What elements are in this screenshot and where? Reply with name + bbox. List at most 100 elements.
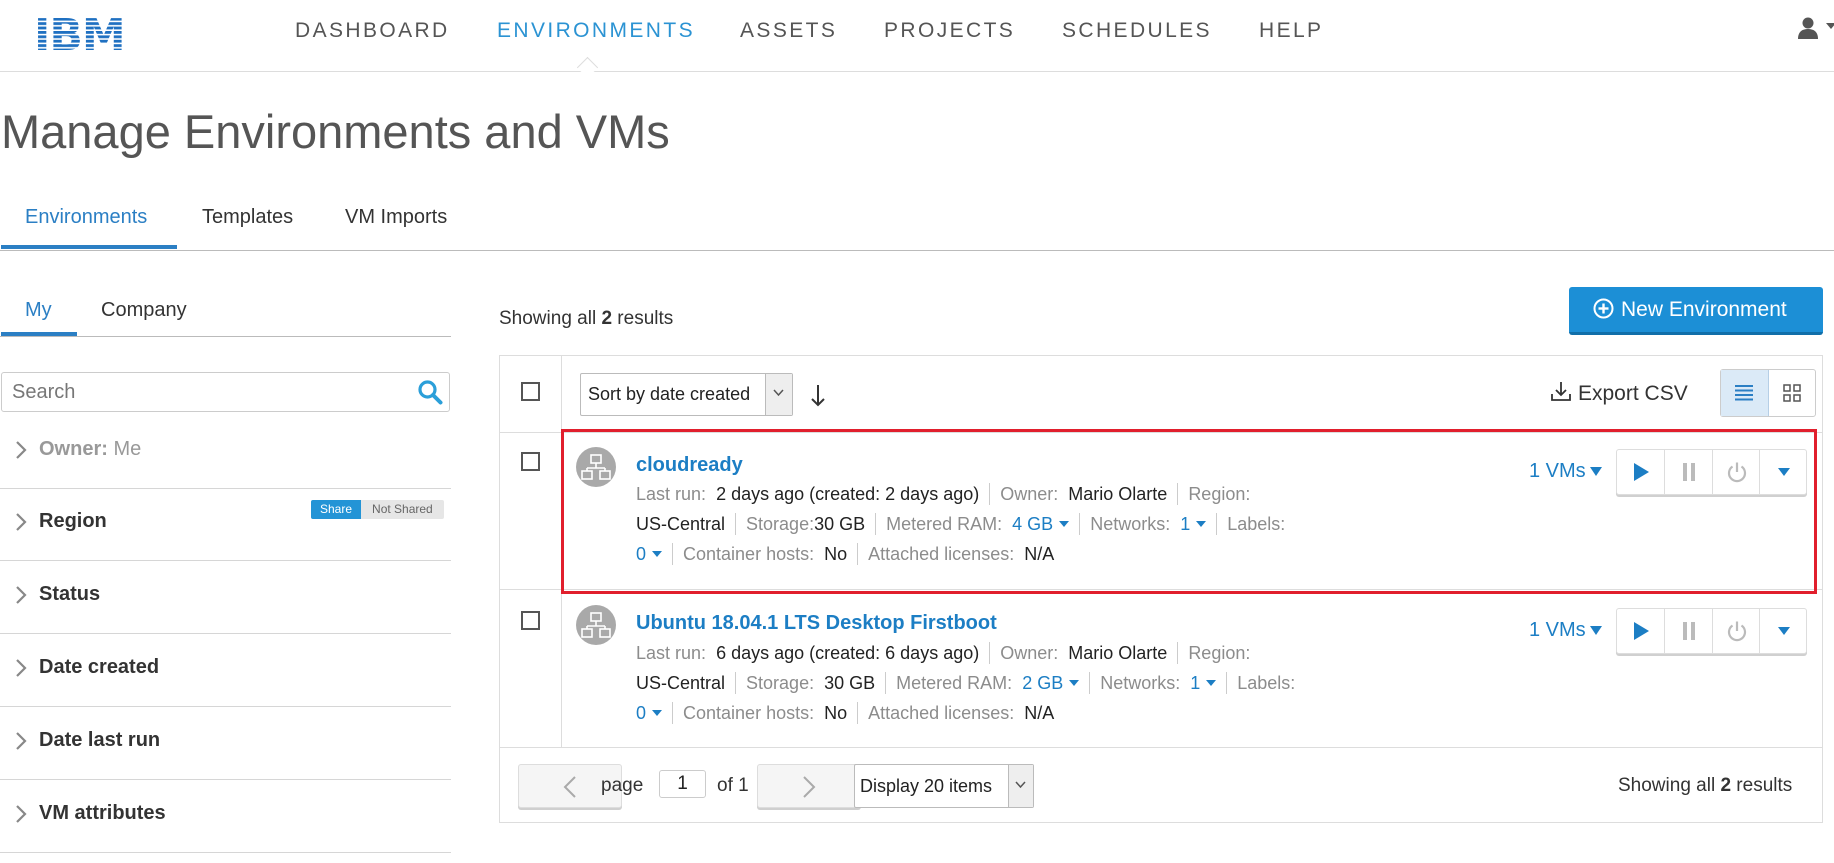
nav-schedules[interactable]: SCHEDULES [1062,19,1212,43]
search-input[interactable] [12,379,402,405]
chevron-right-icon [16,805,27,823]
attached-licenses-label: Attached licenses: [868,543,1015,564]
filter-status-label: Status [39,583,101,605]
networks-value-link[interactable]: 1 [1180,514,1190,535]
networks-label: Networks: [1090,513,1171,534]
page-number-input[interactable] [659,770,706,798]
environment-name-link[interactable]: cloudready [636,454,743,477]
ibm-logo-graphic: IBM [34,10,126,61]
storage-value: 30 GB [824,672,876,693]
networks-value-link[interactable]: 1 [1190,673,1200,694]
chevron-right-icon [16,586,27,604]
row-separator [499,747,1823,748]
checkbox-column-divider [561,355,562,747]
run-button[interactable] [1617,609,1664,653]
labels-label: Labels: [1237,672,1296,693]
chevron-down-icon [1015,781,1026,789]
labels-value-link[interactable]: 0 [636,544,646,565]
user-menu-caret-icon[interactable] [1826,23,1834,29]
owner-value: Mario Olarte [1068,642,1168,663]
page-size-value: Display 20 items [860,776,993,796]
filter-region[interactable]: Region [0,488,451,561]
nav-environments[interactable]: ENVIRONMENTS [497,19,695,43]
filter-owner-label: Owner: Me [39,438,142,460]
next-page-button[interactable] [757,764,861,808]
pause-icon [1682,463,1695,481]
scope-tab-my[interactable]: My [25,299,52,322]
nav-dashboard[interactable]: DASHBOARD [295,19,450,43]
caret-down-icon[interactable] [1069,680,1080,686]
vms-dropdown-link[interactable]: 1 VMs [1529,460,1602,483]
suspend-button[interactable] [1664,450,1712,494]
caret-down-icon[interactable] [1059,521,1070,527]
page-total-label: of 1 [717,775,749,796]
power-icon [1727,462,1746,483]
ram-label: Metered RAM: [886,513,1003,534]
nav-assets[interactable]: ASSETS [740,19,837,43]
environment-actions [1616,608,1807,654]
last-run-value: 6 days ago (created: 6 days ago) [716,642,980,663]
container-hosts-value: No [824,543,848,564]
ram-value-link[interactable]: 2 GB [1022,673,1063,694]
suspend-button[interactable] [1664,609,1712,653]
tab-templates[interactable]: Templates [202,206,293,229]
grid-view-button[interactable] [1769,370,1815,416]
filter-vm-attributes-label: VM attributes [39,802,166,824]
page-title: Manage Environments and VMs [1,105,670,158]
sort-dropdown-toggle[interactable] [765,374,792,415]
page-size-dropdown-toggle[interactable] [1008,765,1033,807]
caret-down-icon[interactable] [652,551,663,557]
user-icon[interactable] [1796,16,1820,40]
owner-value: Mario Olarte [1068,483,1168,504]
share-option[interactable]: Share [311,500,362,519]
nav-projects[interactable]: PROJECTS [884,19,1015,43]
run-button[interactable] [1617,450,1664,494]
sort-direction-arrow-icon[interactable] [809,382,827,408]
more-actions-button[interactable] [1759,609,1807,653]
filter-status[interactable]: Status [0,561,451,634]
scope-tab-company[interactable]: Company [101,299,187,322]
more-actions-button[interactable] [1759,450,1807,494]
environment-name-link[interactable]: Ubuntu 18.04.1 LTS Desktop Firstboot [636,612,997,635]
vms-dropdown-link[interactable]: 1 VMs [1529,619,1602,642]
page-size-select[interactable]: Display 20 items [854,764,1034,808]
tab-vm-imports[interactable]: VM Imports [345,206,447,229]
caret-down-icon[interactable] [1196,521,1207,527]
not-shared-option[interactable]: Not Shared [361,500,444,519]
shutdown-button[interactable] [1712,609,1760,653]
tab-environments[interactable]: Environments [25,206,147,229]
container-hosts-label: Container hosts: [683,543,815,564]
row-checkbox[interactable] [521,452,540,471]
shutdown-button[interactable] [1712,450,1760,494]
chevron-down-icon [773,389,784,397]
filter-date-created[interactable]: Date created [0,634,451,707]
filter-date-last-run-label: Date last run [39,729,161,751]
new-environment-label: New Environment [1621,298,1787,321]
caret-down-icon [1589,626,1602,636]
grid-view-icon [1783,384,1801,402]
filter-owner[interactable]: Owner: Me [0,416,451,489]
results-summary-bottom: Showing all 2 results [1618,775,1793,796]
region-value: US-Central [636,672,726,693]
container-hosts-label: Container hosts: [683,702,815,723]
list-view-button[interactable] [1721,370,1769,416]
caret-down-icon[interactable] [1206,680,1217,686]
caret-down-icon[interactable] [652,710,663,716]
sort-select[interactable]: Sort by date created [580,373,793,416]
select-all-checkbox[interactable] [521,382,540,401]
row-checkbox[interactable] [521,611,540,630]
nav-help[interactable]: HELP [1259,19,1323,43]
ram-value-link[interactable]: 4 GB [1012,514,1053,535]
filter-vm-attributes[interactable]: VM attributes [0,780,451,853]
sort-select-value: Sort by date created [588,384,751,404]
download-icon [1551,382,1571,401]
result-count: 2 [1720,775,1732,796]
labels-value-link[interactable]: 0 [636,703,646,724]
search-icon[interactable] [417,379,443,405]
container-hosts-value: No [824,702,848,723]
active-scope-indicator [1,332,77,336]
ibm-logo[interactable]: IBM [34,9,144,61]
new-environment-button[interactable]: New Environment [1569,287,1823,335]
share-toggle[interactable]: Share Not Shared [311,500,444,519]
filter-date-last-run[interactable]: Date last run [0,707,451,780]
